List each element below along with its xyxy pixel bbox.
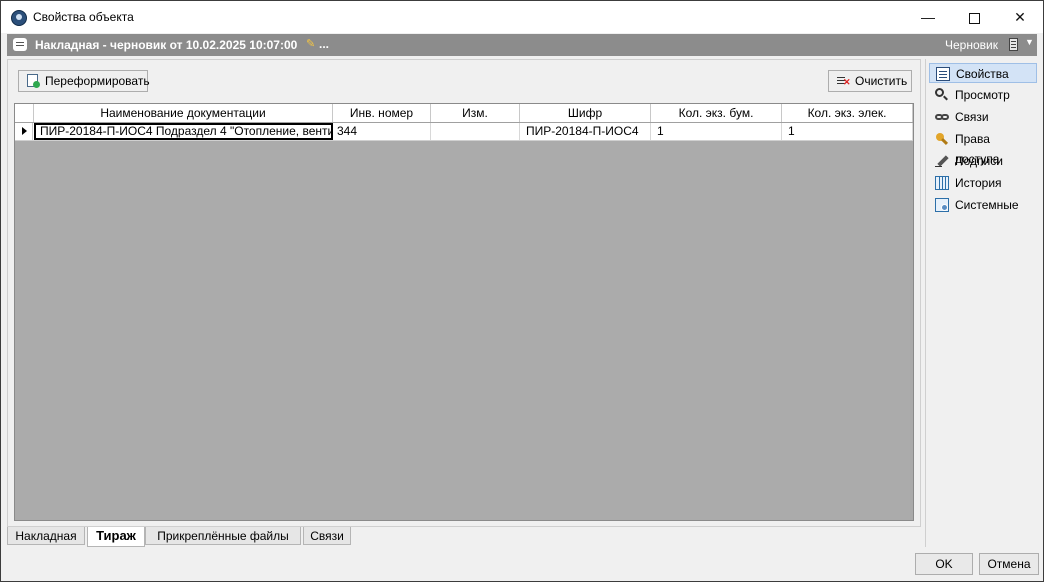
clear-button[interactable]: Очистить [828,70,912,92]
sidebar-item-access-rights[interactable]: Права доступа [929,129,1037,166]
column-header-paper[interactable]: Кол. экз. бум. [651,104,782,122]
pencil-icon[interactable]: ✎ [306,39,318,50]
clear-list-icon [837,76,851,87]
sidebar-item-properties[interactable]: Свойства [929,63,1037,83]
tab-print-run[interactable]: Тираж [87,527,145,547]
key-icon [935,132,949,146]
cancel-button[interactable]: Отмена [979,553,1039,575]
sidebar-item-label: Подписи [955,154,1003,168]
panel-divider [925,59,926,547]
sidebar-item-history[interactable]: История [929,173,1037,193]
cell-paper[interactable]: 1 [651,123,782,140]
system-icon [935,198,949,212]
chevron-down-icon[interactable]: ▼ [1025,37,1034,47]
tab-links[interactable]: Связи [303,527,351,545]
cell-electronic[interactable]: 1 [782,123,913,140]
grid-header: Наименование документации Инв. номер Изм… [15,104,913,123]
main-panel: Переформировать Очистить Наименование до… [7,59,921,527]
ok-button[interactable]: OK [915,553,973,575]
document-title: Накладная - черновик от 10.02.2025 10:07… [35,38,298,52]
status-menu-icon[interactable] [1009,38,1018,51]
window-title: Свойства объекта [33,10,134,24]
reformat-button[interactable]: Переформировать [18,70,150,92]
document-icon [13,38,27,51]
chain-icon [935,110,949,124]
properties-window: Свойства объекта — ✕ Накладная - чернови… [0,0,1044,582]
column-header-electronic[interactable]: Кол. экз. элек. [782,104,913,122]
maximize-icon [968,12,980,24]
print-run-grid: Наименование документации Инв. номер Изм… [14,103,914,521]
header-ellipsis: ... [319,37,330,51]
bottom-tabs: Накладная Тираж Прикреплённые файлы Связ… [7,527,921,547]
sidebar-item-label: Системные [955,198,1019,212]
sidebar-item-links[interactable]: Связи [929,107,1037,127]
cell-inv[interactable]: 344 [333,123,431,140]
app-icon [11,10,27,26]
pen-icon [935,154,949,168]
properties-icon [936,67,950,81]
history-icon [935,176,949,190]
column-header-code[interactable]: Шифр [520,104,651,122]
sidebar-item-label: Связи [955,110,989,124]
sidebar-item-label: Свойства [956,67,1009,81]
reformat-icon [27,74,40,88]
header-indicator [15,104,34,122]
sidebar-item-label: История [955,176,1002,190]
table-row[interactable]: ПИР-20184-П-ИОС4 Подраздел 4 "Отопление,… [15,123,913,141]
sidebar-item-view[interactable]: Просмотр [929,85,1037,105]
title-bar: Свойства объекта — ✕ [1,1,1043,33]
close-button[interactable]: ✕ [997,1,1043,33]
clear-label: Очистить [855,74,908,88]
magnifier-icon [935,88,949,102]
cell-name[interactable]: ПИР-20184-П-ИОС4 Подраздел 4 "Отопление,… [34,123,333,140]
reformat-label: Переформировать [45,74,150,88]
sidebar-item-label: Просмотр [955,88,1010,102]
sidebar-item-signatures[interactable]: Подписи [929,151,1037,171]
row-pointer-icon [15,123,33,140]
cell-code[interactable]: ПИР-20184-П-ИОС4 [520,123,651,140]
column-header-rev[interactable]: Изм. [431,104,520,122]
tab-waybill[interactable]: Накладная [7,527,85,545]
status-label: Черновик [945,38,998,52]
sidebar-item-system[interactable]: Системные [929,195,1037,215]
column-header-name[interactable]: Наименование документации [34,104,333,122]
maximize-button[interactable] [951,1,997,33]
cell-rev[interactable] [431,123,520,140]
document-header: Накладная - черновик от 10.02.2025 10:07… [7,34,1037,56]
minimize-button[interactable]: — [905,1,951,33]
column-header-inv[interactable]: Инв. номер [333,104,431,122]
tab-attached-files[interactable]: Прикреплённые файлы [145,527,301,545]
